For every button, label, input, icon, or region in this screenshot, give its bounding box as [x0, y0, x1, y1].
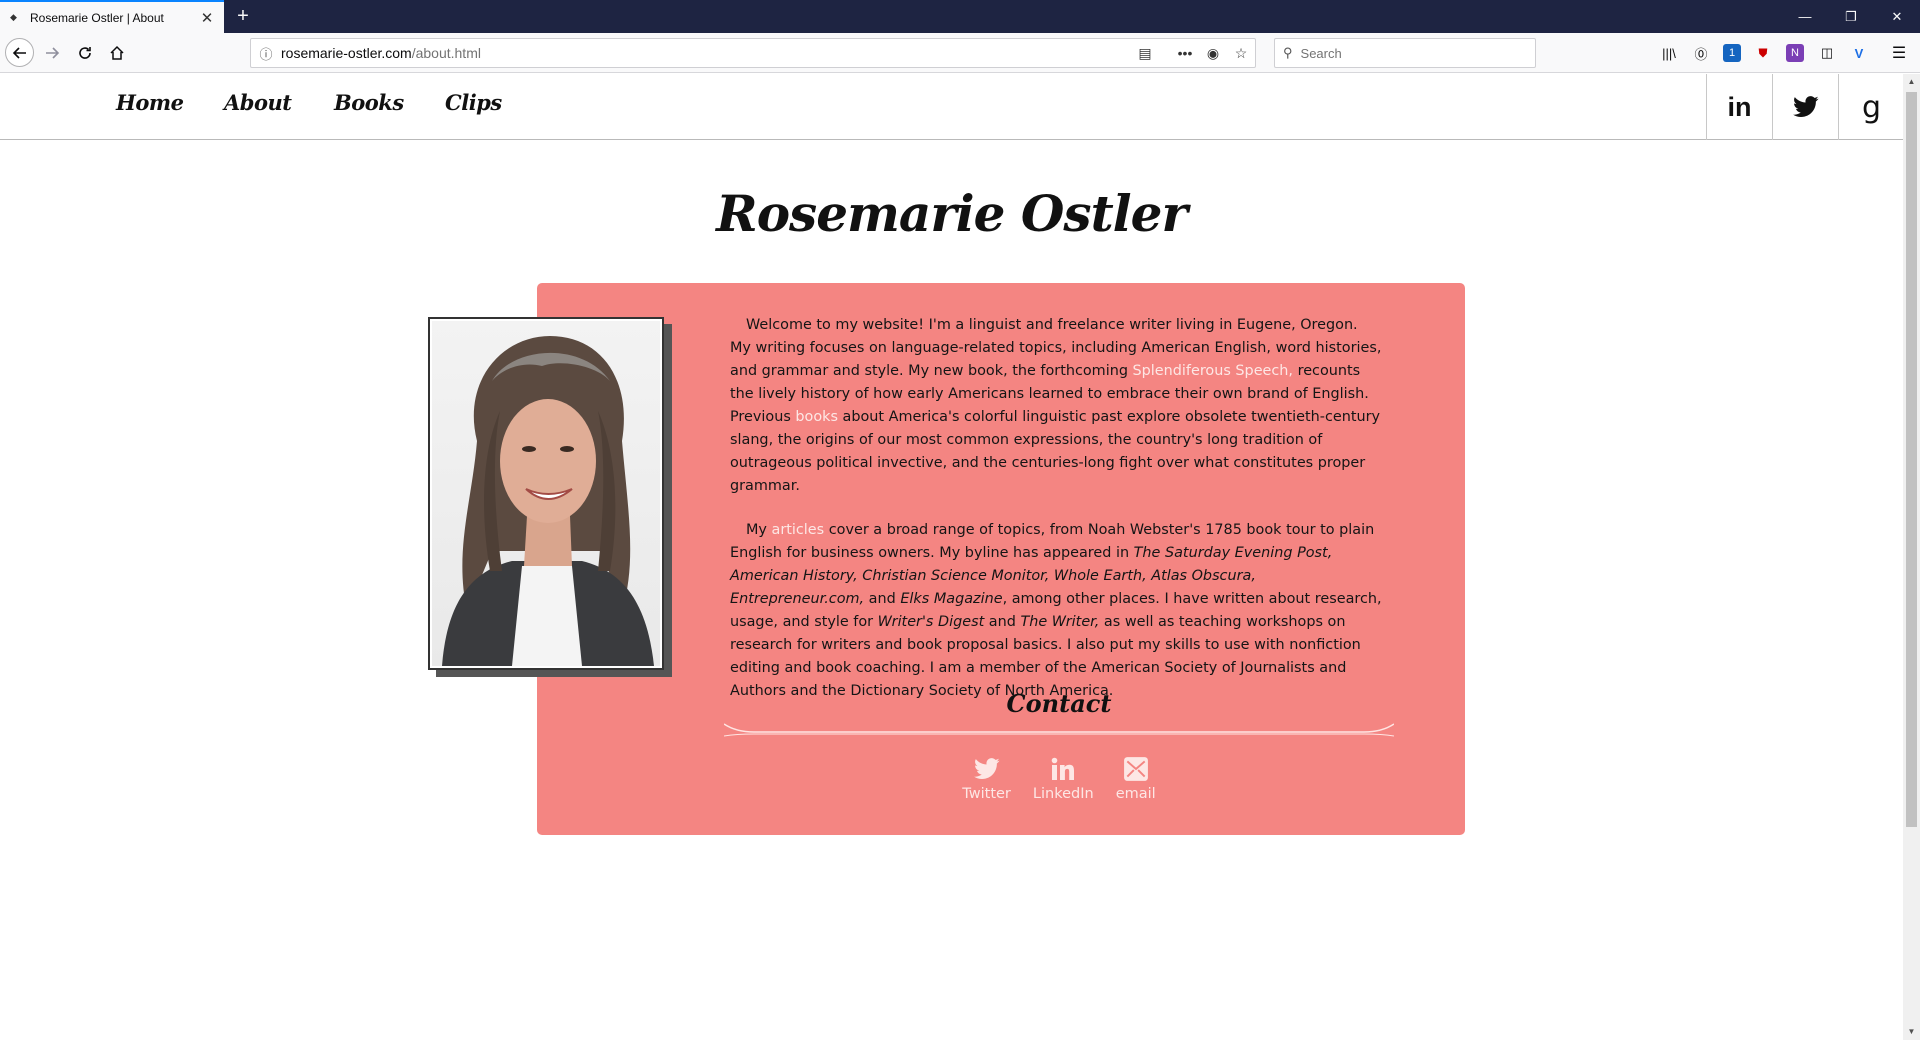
linkedin-icon: in: [1727, 91, 1752, 122]
page-title: Rosemarie Ostler: [716, 184, 1188, 243]
favicon-icon: ◆: [10, 12, 17, 22]
browser-tab-active[interactable]: ◆ Rosemarie Ostler | About ✕: [0, 0, 224, 33]
contact-divider: [724, 723, 1394, 737]
goodreads-icon: g: [1861, 89, 1882, 125]
extension-badge-icon[interactable]: 1: [1723, 44, 1741, 62]
menu-icon[interactable]: ☰: [1888, 42, 1910, 64]
scroll-up-icon[interactable]: ▲: [1903, 74, 1920, 90]
back-button[interactable]: [5, 38, 34, 67]
portrait-illustration: [442, 336, 654, 666]
linkedin-icon: [1050, 754, 1076, 784]
author-photo-frame: [428, 317, 664, 670]
contact-twitter-label: Twitter: [962, 786, 1011, 802]
extension-icon[interactable]: ⓪: [1690, 42, 1712, 64]
scrollbar-thumb[interactable]: [1906, 92, 1917, 827]
articles-link[interactable]: articles: [772, 522, 825, 538]
new-tab-button[interactable]: +: [232, 5, 254, 27]
reload-icon: [79, 47, 91, 59]
page-viewport: Home About Books Clips in g Rosemarie Os…: [0, 74, 1903, 1040]
reader-view-icon[interactable]: ▤: [1131, 45, 1159, 62]
forward-button[interactable]: [38, 39, 66, 67]
scroll-down-icon[interactable]: ▼: [1903, 1024, 1920, 1040]
nav-clips[interactable]: Clips: [445, 90, 502, 115]
contact-email-label: email: [1115, 786, 1156, 802]
back-arrow-icon: [12, 46, 26, 59]
sidebar-icon[interactable]: ◫: [1816, 42, 1838, 64]
contact-email-link[interactable]: email: [1116, 754, 1156, 802]
twitter-icon: [973, 754, 1000, 784]
url-text[interactable]: rosemarie-ostler.com/about.html: [281, 45, 1131, 61]
splendiferous-speech-link[interactable]: Splendiferous Speech,: [1133, 363, 1293, 379]
site-info-icon[interactable]: ⓘ: [251, 44, 281, 63]
tab-strip: ◆ Rosemarie Ostler | About ✕ + — ❐ ✕: [0, 0, 1920, 33]
pocket-icon[interactable]: ◉: [1199, 45, 1227, 62]
onenote-icon[interactable]: N: [1786, 44, 1804, 62]
ublock-icon[interactable]: ⛊: [1752, 42, 1774, 64]
home-icon: [110, 45, 124, 60]
vimeo-extension-icon[interactable]: V: [1848, 42, 1870, 64]
search-icon: ⚲: [1283, 45, 1293, 60]
forward-arrow-icon: [46, 47, 60, 59]
linkedin-button[interactable]: in: [1706, 74, 1772, 140]
page-scrollbar[interactable]: ▲ ▼: [1903, 74, 1920, 1040]
nav-books[interactable]: Books: [334, 90, 404, 115]
navigation-toolbar: ⓘ rosemarie-ostler.com/about.html ▤ ••• …: [0, 33, 1920, 73]
contact-linkedin-label: LinkedIn: [1032, 786, 1094, 802]
tab-title: Rosemarie Ostler | About: [30, 10, 164, 25]
books-link[interactable]: books: [795, 409, 838, 425]
address-bar[interactable]: ⓘ rosemarie-ostler.com/about.html ▤ ••• …: [250, 38, 1256, 68]
contact-heading: Contact: [1006, 689, 1112, 718]
search-bar[interactable]: ⚲ Search: [1274, 38, 1536, 68]
contact-twitter-link[interactable]: Twitter: [962, 754, 1011, 802]
home-button[interactable]: [103, 39, 131, 67]
page-actions-icon[interactable]: •••: [1171, 45, 1199, 61]
close-window-button[interactable]: ✕: [1874, 0, 1920, 33]
reload-button[interactable]: [71, 39, 99, 67]
author-photo: [432, 321, 660, 666]
restore-window-button[interactable]: ❐: [1828, 0, 1874, 33]
twitter-icon: [1792, 96, 1819, 117]
nav-home[interactable]: Home: [116, 90, 184, 115]
email-icon: [1123, 754, 1149, 784]
site-navigation: Home About Books Clips in g: [0, 74, 1903, 140]
contact-links: Twitter LinkedIn email: [724, 754, 1394, 802]
bio-paragraph-1: Welcome to my website! I'm a linguist an…: [730, 317, 1382, 494]
nav-about[interactable]: About: [224, 90, 292, 115]
library-icon[interactable]: |||\: [1658, 42, 1680, 64]
bio-text: Welcome to my website! I'm a linguist an…: [730, 314, 1382, 724]
goodreads-button[interactable]: g: [1838, 74, 1903, 140]
close-tab-icon[interactable]: ✕: [200, 9, 214, 27]
minimize-window-button[interactable]: —: [1782, 0, 1828, 33]
twitter-button[interactable]: [1772, 74, 1838, 140]
bio-paragraph-2: My articles cover a broad range of topic…: [730, 522, 1382, 699]
search-placeholder: Search: [1300, 45, 1342, 61]
bookmark-star-icon[interactable]: ☆: [1227, 45, 1255, 62]
contact-linkedin-link[interactable]: LinkedIn: [1033, 754, 1094, 802]
